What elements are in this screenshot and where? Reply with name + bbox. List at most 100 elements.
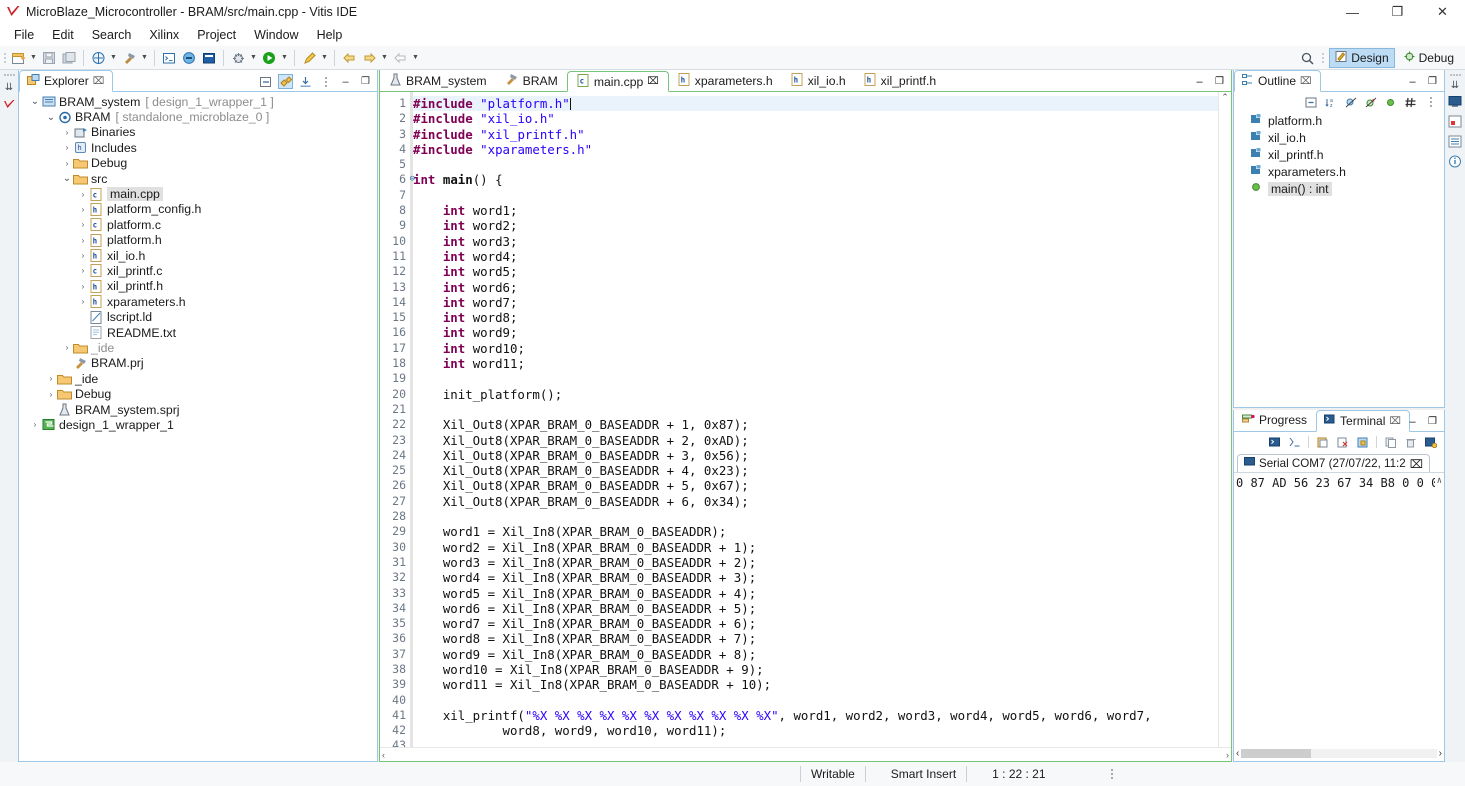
code-line[interactable]: int word8; <box>413 310 1218 325</box>
build-hammer-icon[interactable] <box>119 48 139 68</box>
explorer-tree-item-bram-system[interactable]: ⌄ BRAM_system [ design_1_wrapper_1 ] <box>19 94 377 109</box>
chevron-right-icon[interactable]: › <box>61 343 73 352</box>
outline-item-xparameters-h[interactable]: xparameters.h <box>1234 163 1444 180</box>
info-view-icon[interactable] <box>1448 155 1462 171</box>
perspective-design[interactable]: Design <box>1329 48 1395 68</box>
collapse-all-icon[interactable] <box>1303 95 1318 110</box>
explorer-tree[interactable]: ⌄ BRAM_system[ design_1_wrapper_1 ] ⌄ BRAM[… <box>19 92 377 761</box>
tab-terminal[interactable]: Terminal ⌧ <box>1316 410 1410 432</box>
strip-grip[interactable] <box>3 74 15 76</box>
menu-edit[interactable]: Edit <box>44 26 82 44</box>
code-line[interactable]: word2 = Xil_In8(XPAR_BRAM_0_BASEADDR + 1… <box>413 540 1218 555</box>
import-icon[interactable] <box>298 74 313 89</box>
explorer-tree-item-main-cpp[interactable]: › c main.cpp <box>19 186 377 202</box>
properties-view-icon[interactable] <box>1448 135 1462 151</box>
open-terminal-icon[interactable] <box>159 48 179 68</box>
build-configs-dropdown-caret[interactable]: ▼ <box>108 48 119 68</box>
new-wizard-icon[interactable] <box>8 48 28 68</box>
right-strip-grip[interactable] <box>1449 74 1461 76</box>
explorer-tree-item--ide[interactable]: › _ide <box>19 340 377 355</box>
outline-item-platform-h[interactable]: platform.h <box>1234 112 1444 129</box>
chevron-down-icon[interactable]: ⌄ <box>29 96 41 107</box>
next-nav-icon[interactable] <box>390 48 410 68</box>
tab-explorer[interactable]: Explorer ⌧ <box>19 70 114 92</box>
menu-project[interactable]: Project <box>189 26 244 44</box>
code-line[interactable] <box>413 693 1218 708</box>
explorer-maximize-button[interactable]: ❐ <box>358 74 373 89</box>
code-editor[interactable]: 1 2 3 4 5 6 ⊖ 7 8 9 10 11 12 13 14 15 16 17 18 19 20 21 22 23 24… <box>380 92 1231 747</box>
menu-file[interactable]: File <box>6 26 42 44</box>
code-line[interactable]: word11 = Xil_In8(XPAR_BRAM_0_BASEADDR + … <box>413 677 1218 692</box>
terminal-maximize-button[interactable]: ❐ <box>1425 414 1440 429</box>
code-text[interactable]: #include "platform.h" #include "xil_io.h"… <box>413 92 1218 747</box>
run-dropdown-caret[interactable]: ▼ <box>279 48 290 68</box>
code-line[interactable]: #include "platform.h" <box>413 96 1218 112</box>
editor-tab-bram-system[interactable]: BRAM_system <box>380 70 496 91</box>
code-line[interactable]: int main() { <box>413 172 1218 187</box>
status-overflow-menu[interactable] <box>1056 765 1123 783</box>
code-line[interactable]: int word4; <box>413 249 1218 264</box>
chevron-right-icon[interactable]: › <box>29 420 41 429</box>
terminal-hscroll-track[interactable] <box>1241 749 1437 758</box>
trash-icon[interactable] <box>1403 435 1418 450</box>
chevron-right-icon[interactable]: › <box>45 374 57 383</box>
chevron-right-icon[interactable]: › <box>77 251 89 260</box>
chevron-right-icon[interactable]: › <box>77 297 89 306</box>
chevron-right-icon[interactable]: › <box>61 159 73 168</box>
code-line[interactable]: int word3; <box>413 234 1218 249</box>
code-line[interactable]: #include "xil_printf.h" <box>413 127 1218 142</box>
terminal-hscroll-thumb[interactable] <box>1241 749 1312 758</box>
hscroll-right-arrow[interactable]: › <box>1226 750 1229 760</box>
chevron-right-icon[interactable]: › <box>61 143 73 152</box>
code-line[interactable]: Xil_Out8(XPAR_BRAM_0_BASEADDR + 5, 0x67)… <box>413 478 1218 493</box>
hide-static-icon[interactable]: s <box>1363 95 1378 110</box>
code-line[interactable]: int word6; <box>413 280 1218 295</box>
explorer-tree-item--ide[interactable]: › _ide <box>19 371 377 386</box>
code-line[interactable]: word9 = Xil_In8(XPAR_BRAM_0_BASEADDR + 8… <box>413 647 1218 662</box>
editor-horizontal-scrollbar[interactable]: ‹ › <box>380 747 1231 761</box>
code-line[interactable]: Xil_Out8(XPAR_BRAM_0_BASEADDR + 2, 0xAD)… <box>413 433 1218 448</box>
close-button[interactable]: ✕ <box>1420 0 1465 24</box>
hide-nonpublic-icon[interactable] <box>1383 95 1398 110</box>
explorer-tree-item-src[interactable]: ⌄ src <box>19 171 377 186</box>
menu-xilinx[interactable]: Xilinx <box>141 26 187 44</box>
console-view-icon[interactable] <box>1448 95 1462 111</box>
outline-maximize-button[interactable]: ❐ <box>1425 74 1440 89</box>
code-line[interactable] <box>413 371 1218 386</box>
code-line[interactable] <box>413 738 1218 747</box>
launch-shell-icon[interactable] <box>199 48 219 68</box>
code-line[interactable] <box>413 157 1218 172</box>
code-line[interactable]: #include "xil_io.h" <box>413 111 1218 126</box>
code-line[interactable]: int word1; <box>413 203 1218 218</box>
tab-outline-close-icon[interactable]: ⌧ <box>1300 76 1312 87</box>
outline-item-main-----int[interactable]: main() : int <box>1234 180 1444 197</box>
restore-view-icon[interactable]: ⇊ <box>5 82 13 93</box>
open-terminal-icon[interactable] <box>1267 435 1282 450</box>
chevron-right-icon[interactable]: › <box>45 390 57 399</box>
menu-search[interactable]: Search <box>84 26 140 44</box>
sort-alpha-icon[interactable]: az <box>1323 95 1338 110</box>
terminal-session-close-icon[interactable]: ⌧ <box>1410 457 1423 471</box>
chevron-down-icon[interactable]: ⌄ <box>61 173 73 184</box>
editor-tab-xil-io-h[interactable]: h xil_io.h <box>782 70 855 91</box>
code-line[interactable]: word1 = Xil_In8(XPAR_BRAM_0_BASEADDR); <box>413 524 1218 539</box>
scroll-up-arrow[interactable]: ⌃ <box>1221 92 1229 105</box>
explorer-tree-item-debug[interactable]: › Debug <box>19 386 377 401</box>
back-nav-dropdown-caret[interactable]: ▼ <box>379 48 390 68</box>
chevron-down-icon[interactable]: ⌄ <box>45 112 57 123</box>
search-marker-icon[interactable] <box>299 48 319 68</box>
terminal-scroll-up-arrow[interactable]: ∧ <box>1435 476 1442 486</box>
hide-macros-icon[interactable] <box>1403 95 1418 110</box>
editor-tab-bram[interactable]: BRAM <box>496 70 567 91</box>
build-configs-icon[interactable] <box>88 48 108 68</box>
lock-icon[interactable] <box>1355 435 1370 450</box>
chevron-right-icon[interactable]: › <box>77 190 89 199</box>
chevron-right-icon[interactable]: › <box>77 266 89 275</box>
code-line[interactable]: int word10; <box>413 341 1218 356</box>
explorer-tree-item-xil-printf-h[interactable]: › h xil_printf.h <box>19 279 377 294</box>
editor-tab-main-cpp[interactable]: c main.cpp ⌧ <box>566 71 669 92</box>
code-line[interactable]: word7 = Xil_In8(XPAR_BRAM_0_BASEADDR + 6… <box>413 616 1218 631</box>
new-wizard-dropdown-caret[interactable]: ▼ <box>28 48 39 68</box>
forward-nav-icon[interactable] <box>339 48 359 68</box>
code-line[interactable]: Xil_Out8(XPAR_BRAM_0_BASEADDR + 4, 0x23)… <box>413 463 1218 478</box>
